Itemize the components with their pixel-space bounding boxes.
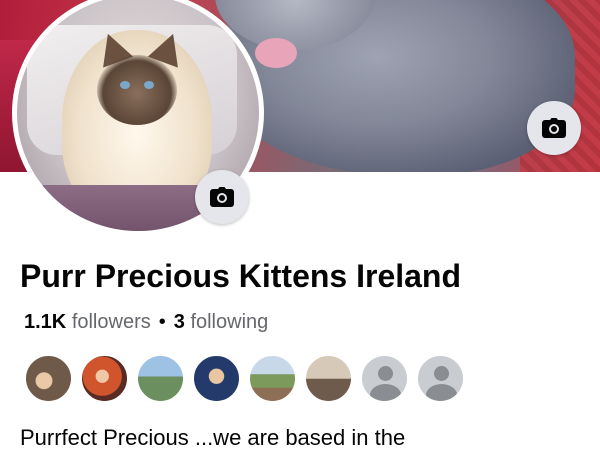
follow-stats: 1.1K followers • 3 following [24,311,268,334]
page-intro: Purrfect Precious ...we are based in the [20,425,406,450]
cover-cat-tongue [255,38,297,68]
follower-avatar[interactable] [248,354,297,403]
following-count: 3 [173,311,185,333]
follower-avatar-default[interactable] [360,354,409,403]
follower-avatar[interactable] [24,354,73,403]
followers-count: 1.1K [24,311,67,333]
following-label: following [190,311,269,333]
follower-avatar[interactable] [136,354,185,403]
default-avatar-icon [426,384,457,401]
stats-separator: • [158,311,166,333]
follower-avatars [24,354,465,403]
follower-avatar-default[interactable] [416,354,465,403]
default-avatar-icon [378,366,393,381]
following-link[interactable]: 3 following [174,311,269,333]
default-avatar-icon [434,366,449,381]
followers-link[interactable]: 1.1K followers [24,311,151,333]
followers-label: followers [71,311,151,333]
follower-avatar[interactable] [304,354,353,403]
follower-avatar[interactable] [192,354,241,403]
follower-avatar[interactable] [80,354,129,403]
default-avatar-icon [370,384,401,401]
kitten-eye [120,81,130,89]
kitten-eye [144,81,154,89]
camera-icon [542,118,566,138]
camera-icon [210,187,234,207]
kitten-face [97,55,177,125]
edit-profile-picture-button[interactable] [195,170,249,224]
edit-cover-photo-button[interactable] [527,101,581,155]
page-name: Purr Precious Kittens Ireland [20,258,462,294]
